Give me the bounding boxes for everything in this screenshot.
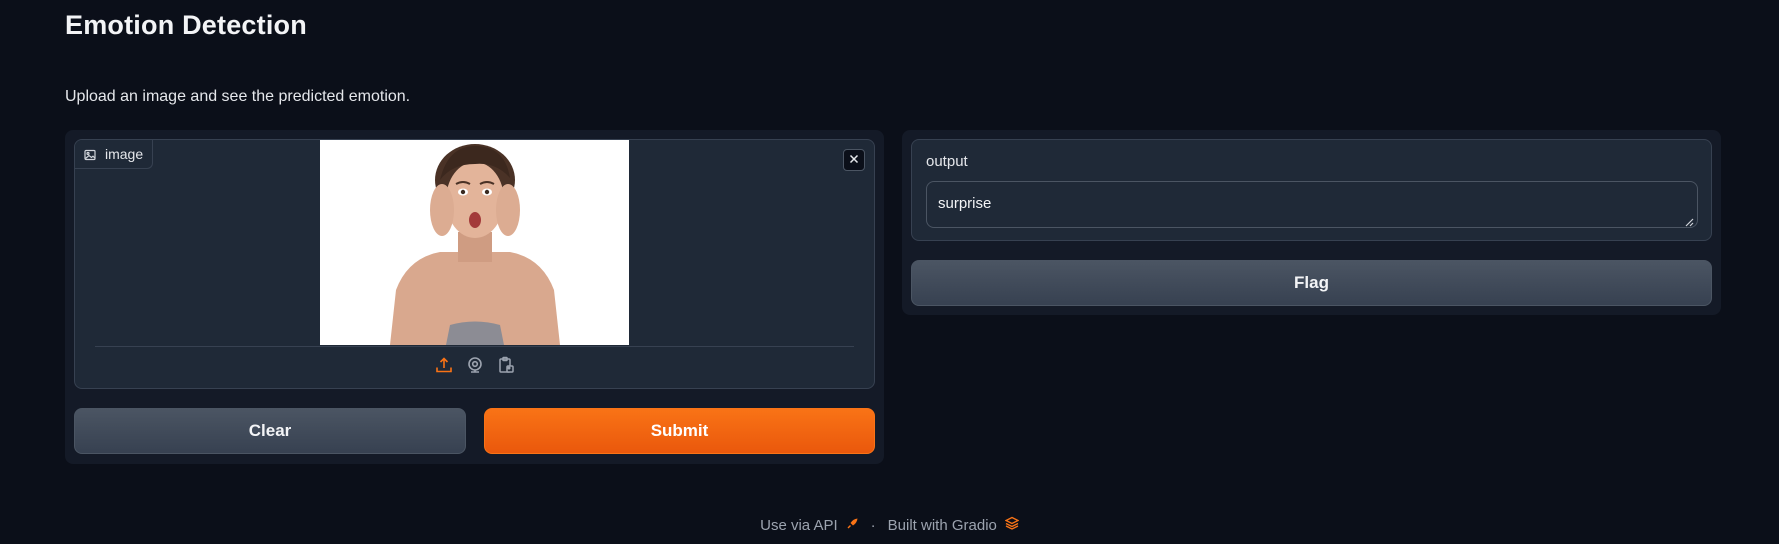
image-block-label: image	[75, 140, 154, 169]
flag-button[interactable]: Flag	[911, 260, 1712, 306]
built-with-label: Built with Gradio	[887, 516, 997, 534]
output-block: output surprise	[911, 139, 1712, 241]
close-icon	[849, 151, 859, 169]
output-panel: output surprise Flag	[902, 130, 1721, 315]
webcam-source-button[interactable]	[465, 356, 485, 379]
upload-icon	[435, 356, 453, 379]
uploaded-image-preview	[320, 140, 629, 345]
output-value: surprise	[938, 195, 992, 212]
remove-image-button[interactable]	[843, 149, 865, 171]
image-icon	[84, 148, 96, 161]
webcam-icon	[466, 356, 484, 379]
page-title: Emotion Detection	[65, 10, 307, 40]
built-with-gradio-link[interactable]: Built with Gradio	[887, 516, 1020, 534]
use-via-api-link[interactable]: Use via API	[760, 517, 859, 534]
source-divider	[95, 346, 854, 347]
clear-button[interactable]: Clear	[74, 408, 466, 454]
footer: Use via API · Built with Gradio	[0, 516, 1779, 534]
page-description: Upload an image and see the predicted em…	[65, 88, 411, 105]
output-label: output	[926, 153, 968, 170]
clipboard-icon	[497, 356, 515, 379]
resize-handle-icon[interactable]	[1684, 214, 1694, 227]
use-via-api-label: Use via API	[760, 516, 838, 534]
image-source-selector	[75, 353, 874, 381]
upload-source-button[interactable]	[434, 356, 454, 379]
submit-button[interactable]: Submit	[484, 408, 875, 454]
image-upload-box[interactable]: image	[74, 139, 875, 389]
image-label-text: image	[105, 146, 144, 162]
rocket-icon	[846, 517, 859, 534]
clipboard-source-button[interactable]	[496, 356, 516, 379]
gradio-logo-icon	[1004, 516, 1020, 534]
output-textbox[interactable]: surprise	[926, 181, 1698, 228]
input-panel: image Clear Submit	[65, 130, 884, 464]
footer-separator: ·	[870, 516, 876, 534]
